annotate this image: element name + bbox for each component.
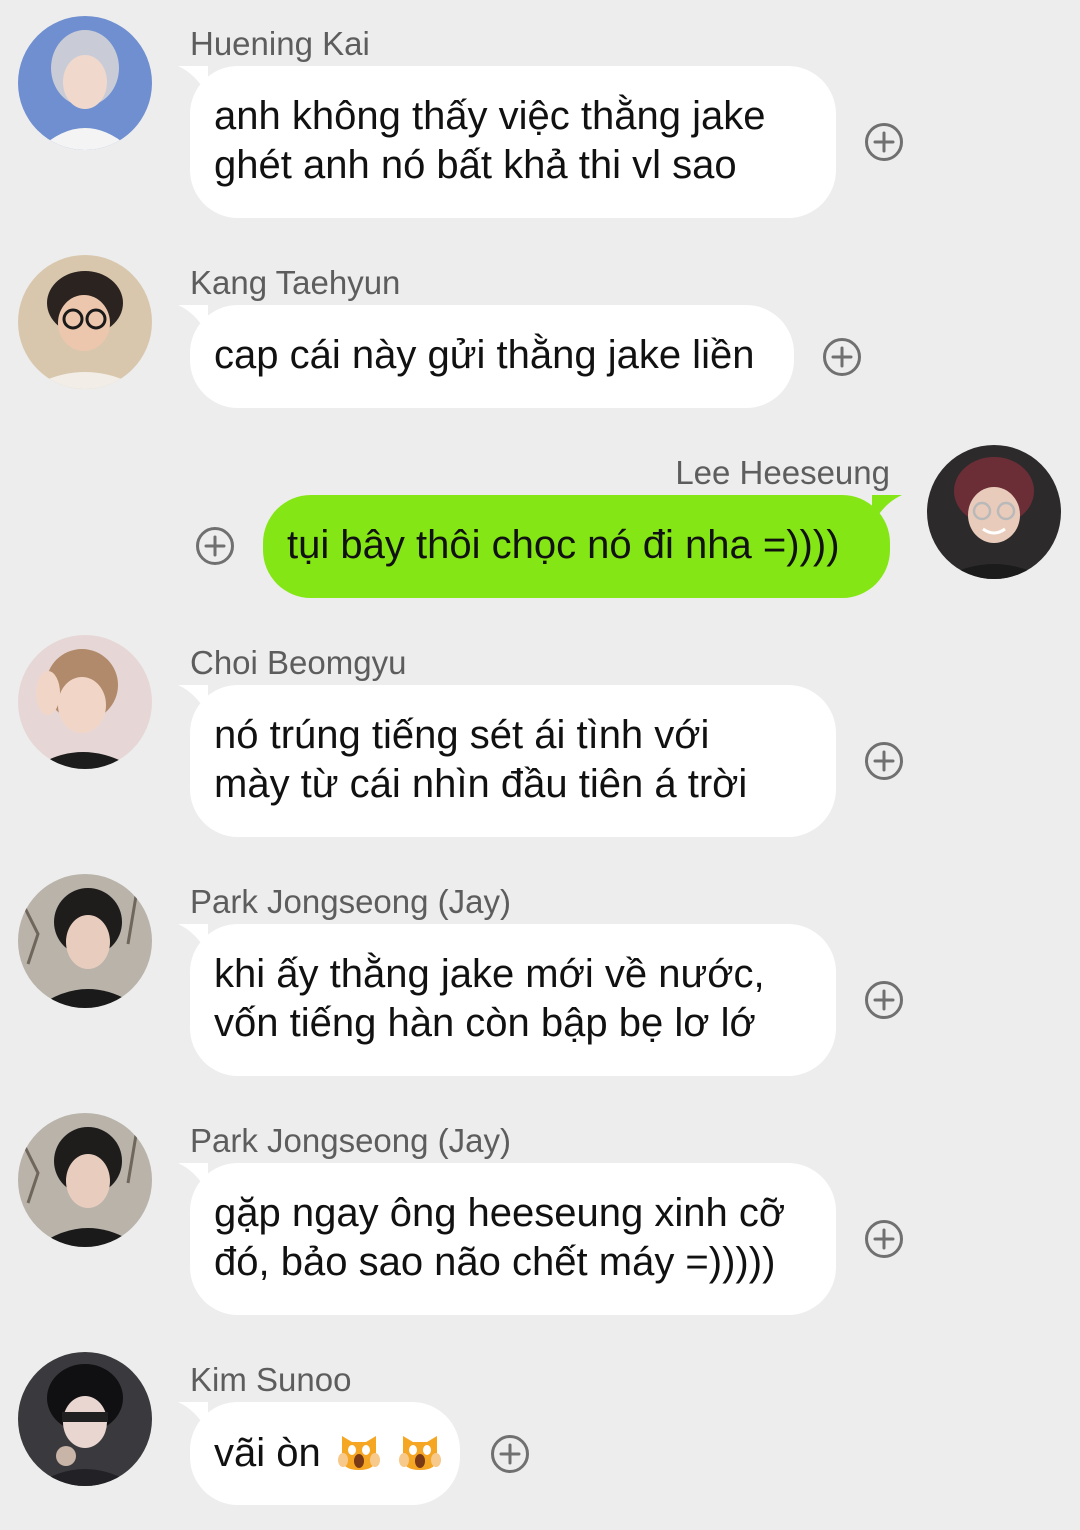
message-text: nó trúng tiếng sét ái tình với	[214, 713, 710, 757]
avatar-photo	[18, 16, 152, 150]
react-button[interactable]	[864, 980, 904, 1020]
message-bubble[interactable]: khi ấy thằng jake mới về nước, vốn tiếng…	[178, 924, 836, 1076]
scream-cat-emoji	[399, 1436, 441, 1470]
message-text: đó, bảo sao não chết máy =)))))	[214, 1240, 776, 1284]
avatar[interactable]	[18, 1113, 152, 1247]
bubble-tail	[178, 66, 208, 96]
chat-view[interactable]: Huening Kai anh không thấy việc thằng ja…	[0, 0, 1080, 1530]
avatar-photo	[927, 445, 1061, 579]
avatar[interactable]	[18, 16, 152, 150]
bubble-tail	[872, 495, 902, 525]
message-text: gặp ngay ông heeseung xinh cỡ	[214, 1191, 786, 1235]
plus-circle-icon	[823, 338, 861, 376]
react-button[interactable]	[195, 526, 235, 566]
avatar[interactable]	[18, 874, 152, 1008]
message-text: mày từ cái nhìn đầu tiên á trời	[214, 762, 748, 806]
bubble-tail	[178, 924, 208, 954]
bubble-tail	[178, 1402, 208, 1432]
react-button[interactable]	[864, 741, 904, 781]
sender-name: Park Jongseong (Jay)	[190, 1122, 511, 1159]
bubble-tail	[178, 305, 208, 335]
react-button[interactable]	[864, 122, 904, 162]
avatar-photo	[18, 1352, 152, 1486]
message-row: Huening Kai anh không thấy việc thằng ja…	[0, 0, 1080, 230]
sender-name: Kim Sunoo	[190, 1361, 352, 1398]
bubble-tail	[178, 685, 208, 715]
message-row: Kim Sunoo vãi òn	[0, 0, 1080, 1505]
avatar-photo	[18, 255, 152, 389]
scream-cat-emoji	[337, 1436, 380, 1470]
avatar-photo	[18, 1113, 152, 1247]
plus-circle-icon	[865, 123, 903, 161]
sender-name: Choi Beomgyu	[190, 644, 407, 681]
message-text: vốn tiếng hàn còn bập bẹ lơ lớ	[214, 1001, 756, 1045]
message-bubble[interactable]: cap cái này gửi thằng jake liền	[178, 305, 794, 408]
message-bubble[interactable]: vãi òn	[178, 1402, 460, 1505]
avatar[interactable]	[18, 255, 152, 389]
avatar[interactable]	[927, 445, 1061, 579]
plus-circle-icon	[865, 742, 903, 780]
message-text: ghét anh nó bất khả thi vl sao	[214, 143, 737, 187]
plus-circle-icon	[865, 981, 903, 1019]
message-line: vãi òn	[214, 1428, 441, 1478]
avatar[interactable]	[18, 635, 152, 769]
react-button[interactable]	[490, 1434, 530, 1474]
message-text: anh không thấy việc thằng jake	[214, 94, 766, 138]
plus-circle-icon	[196, 527, 234, 565]
react-button[interactable]	[822, 337, 862, 377]
message-bubble[interactable]: tụi bây thôi chọc nó đi nha =))))	[263, 495, 902, 598]
bubble-tail	[178, 1163, 208, 1193]
sender-name: Kang Taehyun	[190, 264, 401, 301]
message-bubble[interactable]: nó trúng tiếng sét ái tình với mày từ cá…	[178, 685, 836, 837]
avatar-photo	[18, 635, 152, 769]
message-bubble[interactable]: anh không thấy việc thằng jake ghét anh …	[178, 66, 836, 218]
sender-name: Park Jongseong (Jay)	[190, 883, 511, 920]
sender-name: Lee Heeseung	[675, 454, 890, 491]
avatar-photo	[18, 874, 152, 1008]
message-text: khi ấy thằng jake mới về nước,	[214, 952, 765, 996]
message-bubble[interactable]: gặp ngay ông heeseung xinh cỡ đó, bảo sa…	[178, 1163, 836, 1315]
plus-circle-icon	[491, 1435, 529, 1473]
sender-name: Huening Kai	[190, 25, 370, 62]
message-text: vãi òn	[214, 1431, 321, 1475]
message-text: cap cái này gửi thằng jake liền	[214, 333, 755, 377]
plus-circle-icon	[865, 1220, 903, 1258]
react-button[interactable]	[864, 1219, 904, 1259]
message-text: tụi bây thôi chọc nó đi nha =))))	[287, 523, 840, 567]
avatar[interactable]	[18, 1352, 152, 1486]
